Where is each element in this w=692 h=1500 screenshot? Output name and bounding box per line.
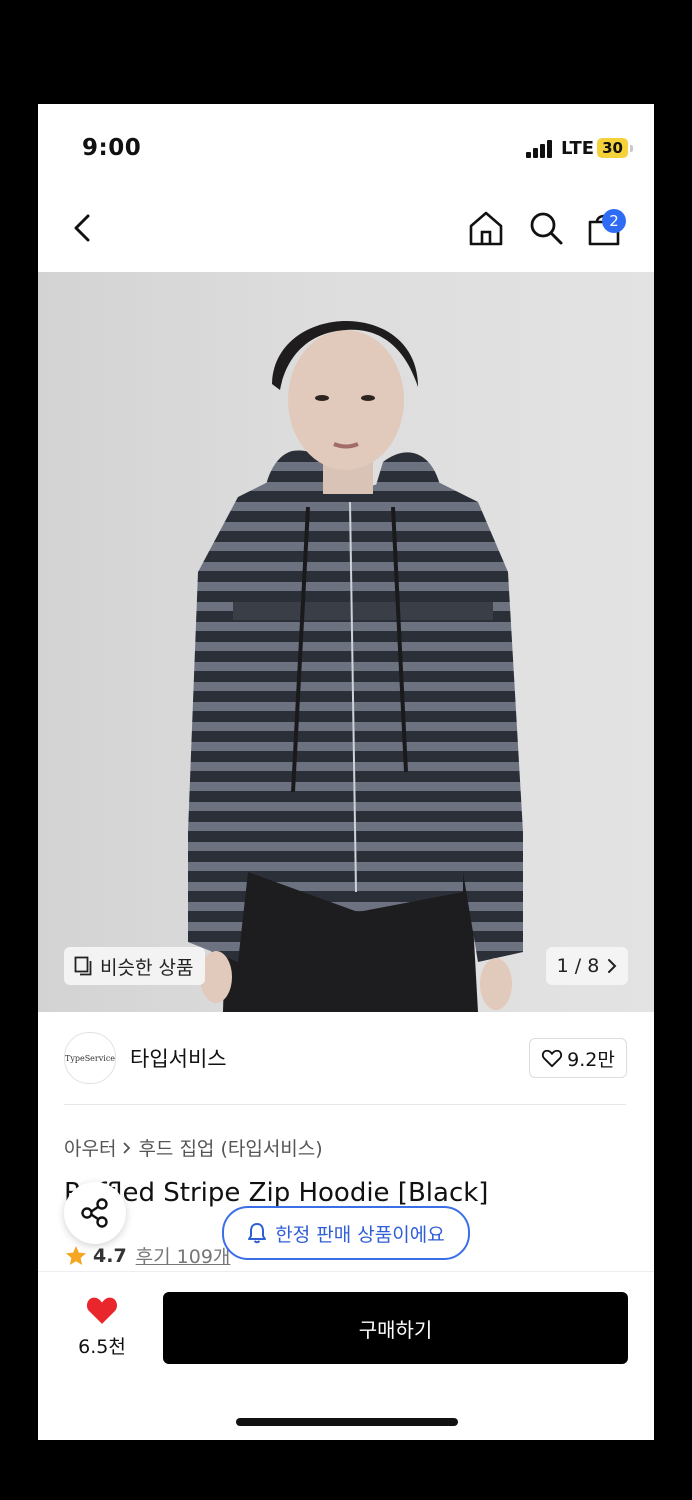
brand-like-button[interactable]: 9.2만	[529, 1038, 627, 1078]
product-image[interactable]	[38, 272, 654, 1012]
breadcrumb-item[interactable]: 아우터	[64, 1134, 116, 1161]
bottom-bar-divider	[38, 1271, 654, 1272]
top-nav	[38, 184, 654, 272]
phone-screen: 9:00 LTE 30 2 비슷한 상품 1 / 8 TypeService 타…	[38, 104, 654, 1440]
page-indicator: 1 / 8	[556, 955, 600, 977]
breadcrumb-item[interactable]: 후드 집업 (타입서비스)	[138, 1134, 322, 1161]
share-icon	[81, 1198, 108, 1228]
rating-row: 4.7 후기 109개	[64, 1242, 230, 1269]
heart-filled-icon	[86, 1297, 118, 1324]
stack-icon	[74, 956, 92, 976]
rating-score: 4.7	[93, 1244, 127, 1267]
limited-sale-pill[interactable]: 한정 판매 상품이에요	[222, 1206, 470, 1260]
heart-outline-icon	[542, 1049, 563, 1068]
divider	[64, 1104, 626, 1105]
status-time: 9:00	[82, 135, 142, 161]
brand-name[interactable]: 타입서비스	[130, 1043, 227, 1073]
product-title: Ruffled Stripe Zip Hoodie [Black]	[64, 1178, 489, 1208]
battery-icon: 30	[597, 138, 628, 158]
back-arrow-icon[interactable]	[68, 210, 98, 246]
brand-logo[interactable]: TypeService	[64, 1032, 116, 1084]
network-label: LTE	[561, 138, 595, 159]
similar-products-label: 비슷한 상품	[100, 956, 194, 979]
wishlist-count: 6.5천	[78, 1336, 126, 1358]
home-icon[interactable]	[466, 208, 506, 248]
similar-products-button[interactable]: 비슷한 상품	[64, 947, 206, 985]
signal-icon	[526, 140, 556, 158]
chevron-right-icon	[608, 959, 617, 973]
reviews-link[interactable]: 후기 109개	[136, 1242, 231, 1269]
cart-count-badge: 2	[602, 209, 626, 233]
buy-button[interactable]: 구매하기	[163, 1292, 628, 1364]
status-bar: 9:00 LTE 30	[38, 104, 654, 184]
share-button[interactable]	[64, 1182, 126, 1244]
home-indicator	[236, 1418, 458, 1426]
chevron-right-icon	[123, 1141, 131, 1154]
limited-sale-label: 한정 판매 상품이에요	[275, 1223, 445, 1246]
model-photo	[188, 320, 523, 1012]
bell-icon	[248, 1223, 267, 1244]
search-icon[interactable]	[526, 208, 566, 248]
battery-cap	[630, 145, 633, 152]
wishlist-button[interactable]: 6.5천	[72, 1294, 132, 1359]
brand-like-count: 9.2만	[567, 1048, 615, 1071]
breadcrumb: 아우터 후드 집업 (타입서비스)	[64, 1134, 323, 1161]
image-pager[interactable]: 1 / 8	[546, 947, 628, 985]
star-icon	[66, 1245, 86, 1265]
